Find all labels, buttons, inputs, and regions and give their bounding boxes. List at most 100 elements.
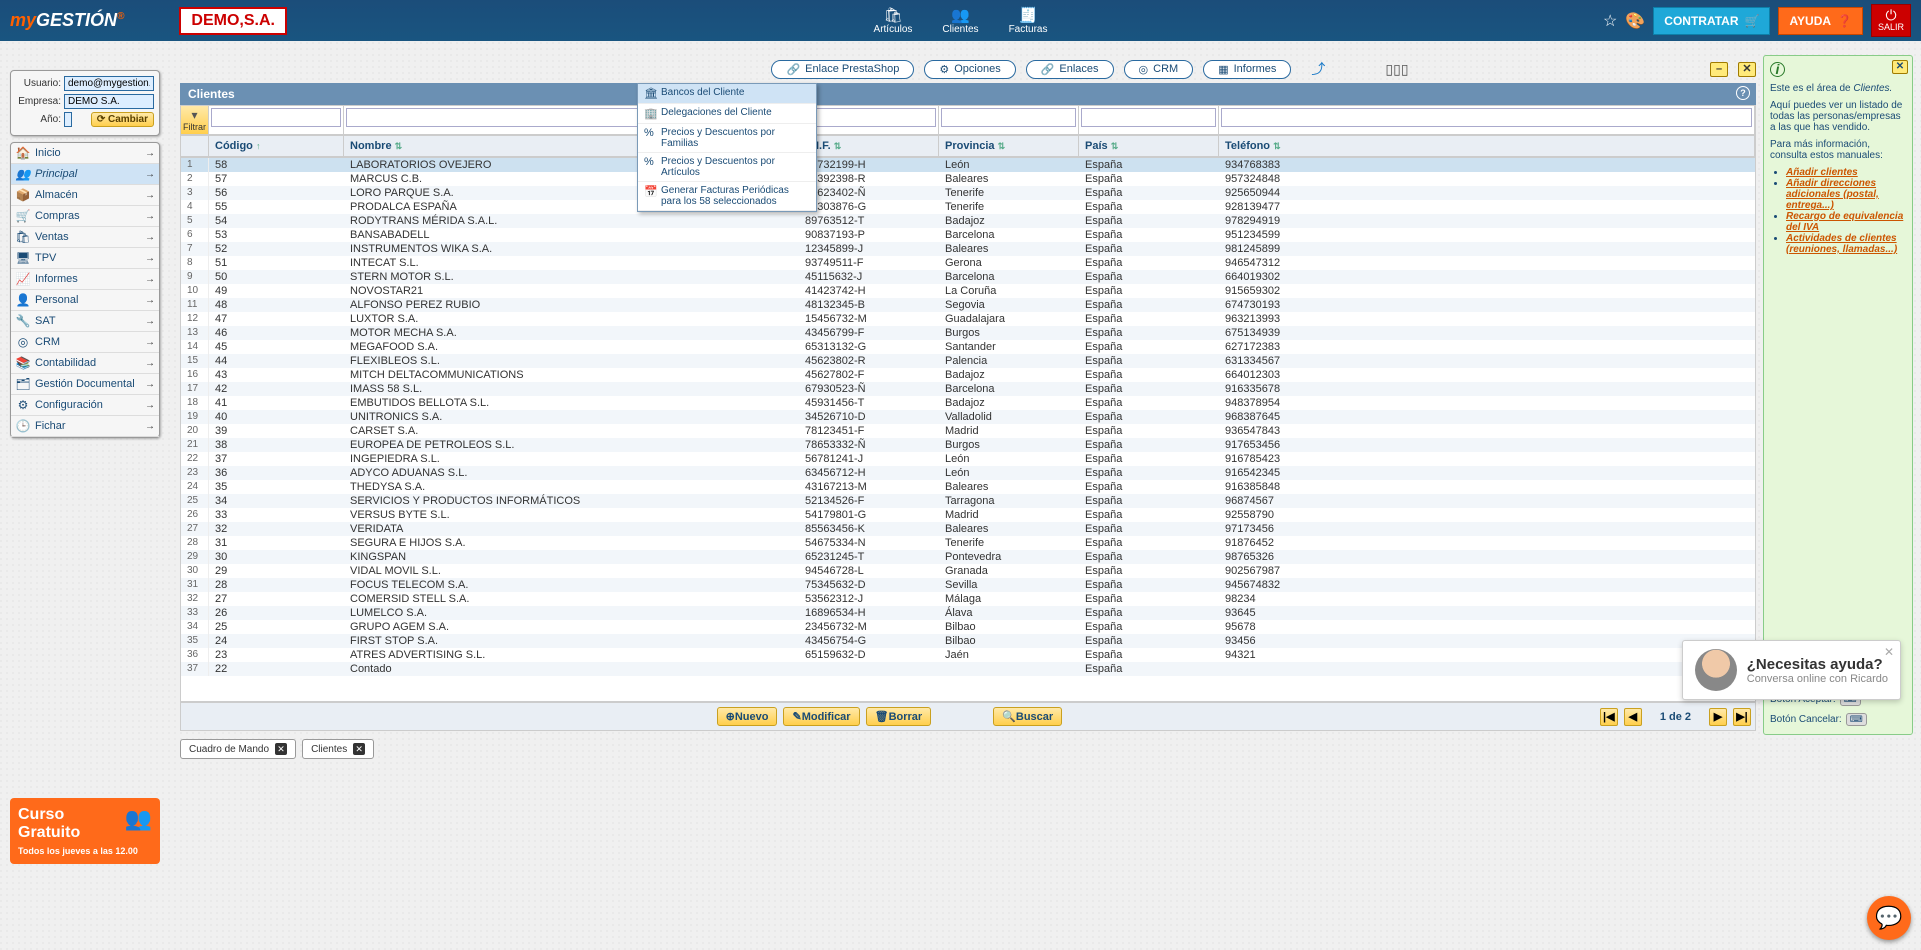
table-row[interactable]: 2435THEDYSA S.A.43167213-MBalearesEspaña…	[181, 480, 1755, 494]
col-provincia[interactable]: Provincia ⇅	[939, 136, 1079, 156]
table-row[interactable]: 3326LUMELCO S.A.16896534-HÁlavaEspaña936…	[181, 606, 1755, 620]
topnav-artículos[interactable]: 🛍Artículos	[874, 6, 913, 35]
sidebar-item-fichar[interactable]: 🕒Fichar→	[11, 416, 159, 437]
table-row[interactable]: 158LABORATORIOS OVEJERO65732199-HLeónEsp…	[181, 158, 1755, 172]
window-tab[interactable]: Cuadro de Mando✕	[180, 739, 296, 759]
salir-button[interactable]: ⏻SALIR	[1871, 4, 1911, 37]
prestashop-button[interactable]: 🔗Enlace PrestaShop	[771, 60, 914, 79]
window-close-button[interactable]: ✕	[1738, 62, 1756, 77]
chat-close-icon[interactable]: ✕	[1884, 645, 1894, 659]
share-alt-icon[interactable]: ⤴	[1311, 59, 1325, 79]
table-row[interactable]: 2039CARSET S.A.78123451-FMadridEspaña936…	[181, 424, 1755, 438]
topnav-facturas[interactable]: 🧾Facturas	[1009, 6, 1048, 35]
cambiar-button[interactable]: ⟳ Cambiar	[91, 112, 154, 127]
sidebar-item-inicio[interactable]: 🏠Inicio→	[11, 143, 159, 164]
filter-button[interactable]: ▾Filtrar	[181, 106, 209, 134]
col-cif[interactable]: C.I.F. ⇅	[799, 136, 939, 156]
table-row[interactable]: 653BANSABADELL90837193-PBarcelonaEspaña9…	[181, 228, 1755, 242]
help-link[interactable]: Actividades de clientes (reuniones, llam…	[1786, 233, 1897, 255]
filter-codigo[interactable]	[211, 108, 341, 127]
books-icon[interactable]: ▯▯▯	[1385, 61, 1408, 78]
informes-button[interactable]: ▦Informes	[1203, 60, 1291, 79]
filter-telefono[interactable]	[1221, 108, 1752, 127]
sidebar-item-configuración[interactable]: ⚙Configuración→	[11, 395, 159, 416]
sidebar-item-sat[interactable]: 🔧SAT→	[11, 311, 159, 332]
table-row[interactable]: 2237INGEPIEDRA S.L.56781241-JLeónEspaña9…	[181, 452, 1755, 466]
page-prev-button[interactable]: ◀	[1624, 708, 1642, 726]
filter-cif[interactable]	[801, 108, 936, 127]
table-row[interactable]: 3623ATRES ADVERTISING S.L.65159632-DJaén…	[181, 648, 1755, 662]
table-row[interactable]: 752INSTRUMENTOS WIKA S.A.12345899-JBalea…	[181, 242, 1755, 256]
empresa-input[interactable]	[64, 94, 154, 109]
sidebar-item-ventas[interactable]: 🛍Ventas→	[11, 227, 159, 248]
tab-close-icon[interactable]: ✕	[275, 743, 287, 755]
col-pais[interactable]: País ⇅	[1079, 136, 1219, 156]
sidebar-item-gestión-documental[interactable]: 🗂Gestión Documental→	[11, 374, 159, 395]
help-close-button[interactable]: ✕	[1892, 60, 1908, 74]
table-row[interactable]: 2633VERSUS BYTE S.L.54179801-GMadridEspa…	[181, 508, 1755, 522]
contratar-button[interactable]: CONTRATAR🛒	[1653, 7, 1770, 35]
topnav-clientes[interactable]: 👥Clientes	[942, 6, 978, 35]
crm-button[interactable]: ◎CRM	[1124, 60, 1194, 79]
table-row[interactable]: 356LORO PARQUE S.A.73623402-ÑTenerifeEsp…	[181, 186, 1755, 200]
table-row[interactable]: 1544FLEXIBLEOS S.L.45623802-RPalenciaEsp…	[181, 354, 1755, 368]
dropdown-item[interactable]: %Precios y Descuentos por Artículos	[638, 153, 816, 182]
table-row[interactable]: 2534SERVICIOS Y PRODUCTOS INFORMÁTICOS52…	[181, 494, 1755, 508]
table-row[interactable]: 3425GRUPO AGEM S.A.23456732-MBilbaoEspañ…	[181, 620, 1755, 634]
sidebar-item-almacén[interactable]: 📦Almacén→	[11, 185, 159, 206]
sidebar-item-tpv[interactable]: 🖥TPV→	[11, 248, 159, 269]
table-row[interactable]: 851INTECAT S.L.93749511-FGeronaEspaña946…	[181, 256, 1755, 270]
buscar-button[interactable]: 🔍Buscar	[993, 707, 1062, 726]
grid-body[interactable]: 158LABORATORIOS OVEJERO65732199-HLeónEsp…	[180, 157, 1756, 702]
ano-input[interactable]	[64, 112, 72, 127]
table-row[interactable]: 3128FOCUS TELECOM S.A.75345632-DSevillaE…	[181, 578, 1755, 592]
enlaces-button[interactable]: 🔗Enlaces	[1026, 60, 1114, 79]
table-row[interactable]: 3722ContadoEspaña	[181, 662, 1755, 676]
opciones-button[interactable]: ⚙Opciones	[924, 60, 1015, 79]
window-tab[interactable]: Clientes✕	[302, 739, 374, 759]
table-row[interactable]: 1445MEGAFOOD S.A.65313132-GSantanderEspa…	[181, 340, 1755, 354]
chat-fab[interactable]: 💬	[1867, 896, 1911, 940]
table-row[interactable]: 1346MOTOR MECHA S.A.43456799-FBurgosEspa…	[181, 326, 1755, 340]
col-codigo[interactable]: Código ↑	[209, 136, 344, 156]
dropdown-item[interactable]: 📅Generar Facturas Periódicas para los 58…	[638, 182, 816, 211]
page-next-button[interactable]: ▶	[1709, 708, 1727, 726]
table-row[interactable]: 3227COMERSID STELL S.A.53562312-JMálagaE…	[181, 592, 1755, 606]
table-row[interactable]: 2930KINGSPAN65231245-TPontevedraEspaña98…	[181, 550, 1755, 564]
sidebar-item-informes[interactable]: 📈Informes→	[11, 269, 159, 290]
table-row[interactable]: 1841EMBUTIDOS BELLOTA S.L.45931456-TBada…	[181, 396, 1755, 410]
table-row[interactable]: 2336ADYCO ADUANAS S.L.63456712-HLeónEspa…	[181, 466, 1755, 480]
modificar-button[interactable]: ✎Modificar	[783, 707, 859, 726]
favorite-icon[interactable]: ☆	[1603, 11, 1617, 31]
nuevo-button[interactable]: ⊕Nuevo	[717, 707, 778, 726]
window-minimize-button[interactable]: –	[1710, 62, 1728, 77]
sidebar-item-contabilidad[interactable]: 📚Contabilidad→	[11, 353, 159, 374]
table-row[interactable]: 1049NOVOSTAR2141423742-HLa CoruñaEspaña9…	[181, 284, 1755, 298]
col-telefono[interactable]: Teléfono ⇅	[1219, 136, 1755, 156]
page-first-button[interactable]: |◀	[1600, 708, 1618, 726]
sidebar-item-compras[interactable]: 🛒Compras→	[11, 206, 159, 227]
sidebar-item-personal[interactable]: 👤Personal→	[11, 290, 159, 311]
table-row[interactable]: 2138EUROPEA DE PETROLEOS S.L.78653332-ÑB…	[181, 438, 1755, 452]
chat-popup[interactable]: ✕ ¿Necesitas ayuda? Conversa online con …	[1682, 640, 1901, 700]
panel-help-icon[interactable]: ?	[1736, 86, 1750, 100]
table-row[interactable]: 3524FIRST STOP S.A.43456754-GBilbaoEspañ…	[181, 634, 1755, 648]
filter-provincia[interactable]	[941, 108, 1076, 127]
dropdown-item[interactable]: 🏛Bancos del Cliente	[638, 84, 816, 104]
sidebar-item-crm[interactable]: ◎CRM→	[11, 332, 159, 353]
usuario-input[interactable]	[64, 76, 154, 91]
dropdown-item[interactable]: %Precios y Descuentos por Familias	[638, 124, 816, 153]
dropdown-item[interactable]: 🏢Delegaciones del Cliente	[638, 104, 816, 124]
page-last-button[interactable]: ▶|	[1733, 708, 1751, 726]
table-row[interactable]: 257MARCUS C.B.48392398-RBalearesEspaña95…	[181, 172, 1755, 186]
table-row[interactable]: 2732VERIDATA85563456-KBalearesEspaña9717…	[181, 522, 1755, 536]
table-row[interactable]: 3029VIDAL MOVIL S.L.94546728-LGranadaEsp…	[181, 564, 1755, 578]
ayuda-button[interactable]: AYUDA❓	[1778, 7, 1863, 35]
theme-icon[interactable]: 🎨	[1625, 11, 1645, 31]
table-row[interactable]: 1643MITCH DELTACOMMUNICATIONS45627802-FB…	[181, 368, 1755, 382]
curso-banner[interactable]: 👥 Curso Gratuito Todos los jueves a las …	[10, 798, 160, 864]
table-row[interactable]: 1940UNITRONICS S.A.34526710-DValladolidE…	[181, 410, 1755, 424]
table-row[interactable]: 1247LUXTOR S.A.15456732-MGuadalajaraEspa…	[181, 312, 1755, 326]
table-row[interactable]: 950STERN MOTOR S.L.45115632-JBarcelonaEs…	[181, 270, 1755, 284]
filter-pais[interactable]	[1081, 108, 1216, 127]
